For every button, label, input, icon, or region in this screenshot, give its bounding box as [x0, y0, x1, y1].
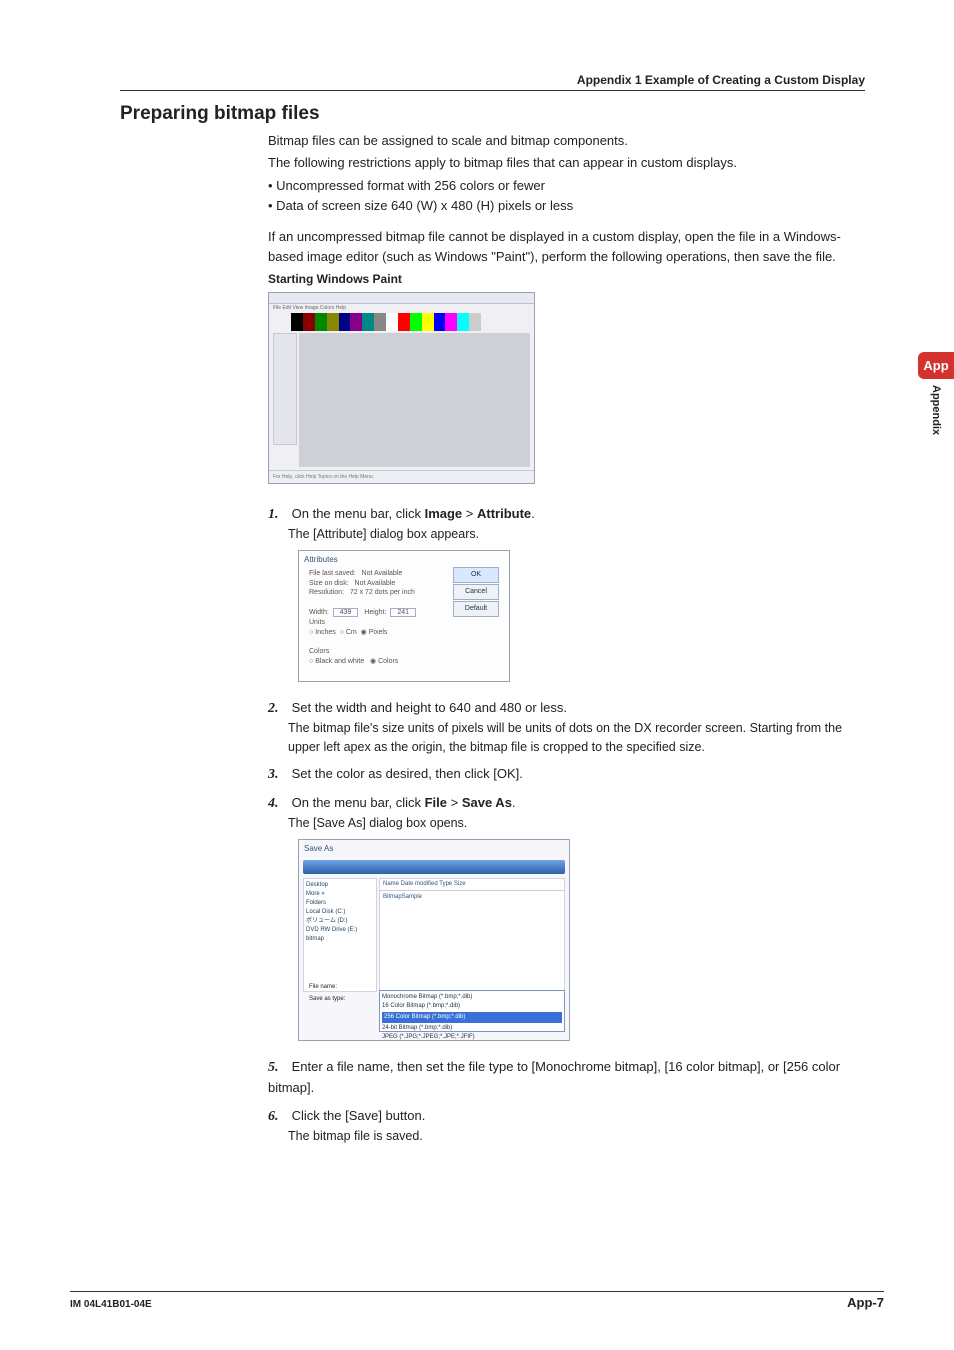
attrib-unit-in: Inches	[315, 629, 336, 636]
step-1-text-e: .	[531, 506, 535, 521]
attrib-ok-btn: OK	[453, 567, 499, 583]
step-3: 3. Set the color as desired, then click …	[268, 764, 865, 785]
section-heading: Preparing bitmap files	[120, 103, 865, 125]
attrib-cancel-btn: Cancel	[453, 584, 499, 600]
running-header: Appendix 1 Example of Creating a Custom …	[577, 73, 865, 87]
saveas-side-4: ボリューム (D:)	[306, 917, 374, 926]
footer-page-number: App-7	[847, 1295, 884, 1310]
body-column: Bitmap files can be assigned to scale an…	[268, 131, 865, 1145]
tab-label: Appendix	[930, 385, 942, 435]
saveas-side-0: Desktop	[306, 881, 374, 890]
saveas-sidebar: Desktop More » Folders Local Disk (C:) ボ…	[303, 878, 377, 992]
step-4-text-e: .	[512, 795, 516, 810]
step-1-text-c: >	[462, 506, 477, 521]
screenshot-paint: File Edit View Image Colors Help For Hel…	[268, 292, 535, 484]
attrib-color-color: Colors	[378, 658, 398, 665]
intro-line-3: If an uncompressed bitmap file cannot be…	[268, 227, 865, 266]
step-1-number: 1.	[268, 504, 288, 525]
step-2-text: Set the width and height to 640 and 480 …	[292, 700, 567, 715]
step-5: 5. Enter a file name, then set the file …	[268, 1057, 865, 1098]
paint-caption: Starting Windows Paint	[268, 270, 865, 288]
saveas-side-5: DVD RW Drive (E:)	[306, 926, 374, 935]
paint-statusbar: For Help, click Help Topics on the Help …	[269, 470, 534, 483]
saveas-type-0: Monochrome Bitmap (*.bmp;*.dib)	[382, 993, 562, 1002]
saveas-item: BitmapSample	[380, 891, 564, 904]
step-4-number: 4.	[268, 793, 288, 814]
step-4-text: On the menu bar, click File > Save As.	[292, 795, 516, 810]
step-4-text-b: File	[425, 795, 447, 810]
step-6-followup: The bitmap file is saved.	[288, 1127, 865, 1146]
attrib-res-lbl: Resolution:	[309, 589, 344, 596]
saveas-savetype-lbl: Save as type:	[309, 995, 345, 1004]
content-area: Appendix 1 Example of Creating a Custom …	[120, 90, 865, 1270]
paint-toolbox	[273, 333, 297, 445]
chapter-thumb-tab: App Appendix	[918, 352, 954, 435]
intro-line-2: The following restrictions apply to bitm…	[268, 153, 865, 173]
attrib-default-btn: Default	[453, 601, 499, 617]
step-1-text-d: Attribute	[477, 506, 531, 521]
paint-titlebar	[269, 293, 534, 304]
paint-palette	[291, 313, 481, 331]
saveas-filelist: Name Date modified Type Size BitmapSampl…	[379, 878, 565, 992]
attrib-fls-lbl: File last saved:	[309, 570, 356, 577]
saveas-side-3: Local Disk (C:)	[306, 908, 374, 917]
attrib-unit-cm: Cm	[346, 629, 357, 636]
step-6-text: Click the [Save] button.	[292, 1108, 426, 1123]
intro-line-1: Bitmap files can be assigned to scale an…	[268, 131, 865, 151]
attrib-h-lbl: Height:	[364, 609, 386, 616]
restriction-2: Data of screen size 640 (W) x 480 (H) pi…	[268, 196, 865, 216]
step-6-number: 6.	[268, 1106, 288, 1127]
saveas-toolbar	[303, 860, 565, 874]
step-1: 1. On the menu bar, click Image > Attrib…	[268, 504, 865, 544]
footer-doc-id: IM 04L41B01-04E	[70, 1299, 152, 1310]
saveas-type-3: 24-bit Bitmap (*.bmp;*.dib)	[382, 1024, 562, 1033]
attrib-h-val: 241	[390, 608, 416, 617]
saveas-type-4: JPEG (*.JPG;*.JPEG;*.JPE;*.JFIF)	[382, 1033, 562, 1042]
saveas-filename-lbl: File name:	[309, 983, 337, 992]
attrib-colors-lbl: Colors	[309, 648, 329, 655]
saveas-type-1: 16 Color Bitmap (*.bmp;*.dib)	[382, 1002, 562, 1011]
step-1-followup: The [Attribute] dialog box appears.	[288, 525, 865, 544]
screenshot-attributes-dialog: Attributes File last saved: Not Availabl…	[298, 550, 510, 682]
attrib-w-val: 439	[333, 608, 359, 617]
step-4-followup: The [Save As] dialog box opens.	[288, 814, 865, 833]
footer-rule	[70, 1291, 884, 1292]
attrib-unit-px: Pixels	[369, 629, 388, 636]
step-1-text-b: Image	[425, 506, 463, 521]
step-5-text: Enter a file name, then set the file typ…	[268, 1059, 840, 1095]
step-1-text-a: On the menu bar, click	[292, 506, 425, 521]
attrib-color-bw: Black and white	[315, 658, 364, 665]
tab-badge: App	[918, 352, 954, 379]
screenshot-saveas-dialog: Save As Desktop More » Folders Local Dis…	[298, 839, 570, 1041]
step-1-text: On the menu bar, click Image > Attribute…	[292, 506, 535, 521]
attrib-fls-val: Not Available	[362, 570, 403, 577]
step-2-followup: The bitmap file's size units of pixels w…	[288, 719, 865, 757]
attrib-sod-lbl: Size on disk:	[309, 580, 349, 587]
step-2-number: 2.	[268, 698, 288, 719]
attrib-units-lbl: Units	[309, 619, 325, 626]
step-3-text: Set the color as desired, then click [OK…	[292, 766, 523, 781]
saveas-title: Save As	[299, 840, 569, 858]
step-2: 2. Set the width and height to 640 and 4…	[268, 698, 865, 757]
step-4-text-a: On the menu bar, click	[292, 795, 425, 810]
saveas-type-2: 256 Color Bitmap (*.bmp;*.dib)	[382, 1012, 562, 1023]
step-6: 6. Click the [Save] button. The bitmap f…	[268, 1106, 865, 1146]
saveas-cols: Name Date modified Type Size	[380, 879, 564, 891]
step-3-number: 3.	[268, 764, 288, 785]
attrib-w-lbl: Width:	[309, 609, 329, 616]
saveas-side-1: More »	[306, 890, 374, 899]
attrib-res-val: 72 x 72 dots per inch	[350, 589, 415, 596]
saveas-type-dropdown: Monochrome Bitmap (*.bmp;*.dib) 16 Color…	[379, 990, 565, 1032]
step-4-text-d: Save As	[462, 795, 512, 810]
step-5-number: 5.	[268, 1057, 288, 1078]
saveas-side-2: Folders	[306, 899, 374, 908]
attrib-sod-val: Not Available	[355, 580, 396, 587]
saveas-side-6: bitmap	[306, 935, 374, 944]
paint-canvas	[299, 333, 530, 467]
restriction-1: Uncompressed format with 256 colors or f…	[268, 176, 865, 196]
step-4: 4. On the menu bar, click File > Save As…	[268, 793, 865, 833]
step-4-text-c: >	[447, 795, 462, 810]
